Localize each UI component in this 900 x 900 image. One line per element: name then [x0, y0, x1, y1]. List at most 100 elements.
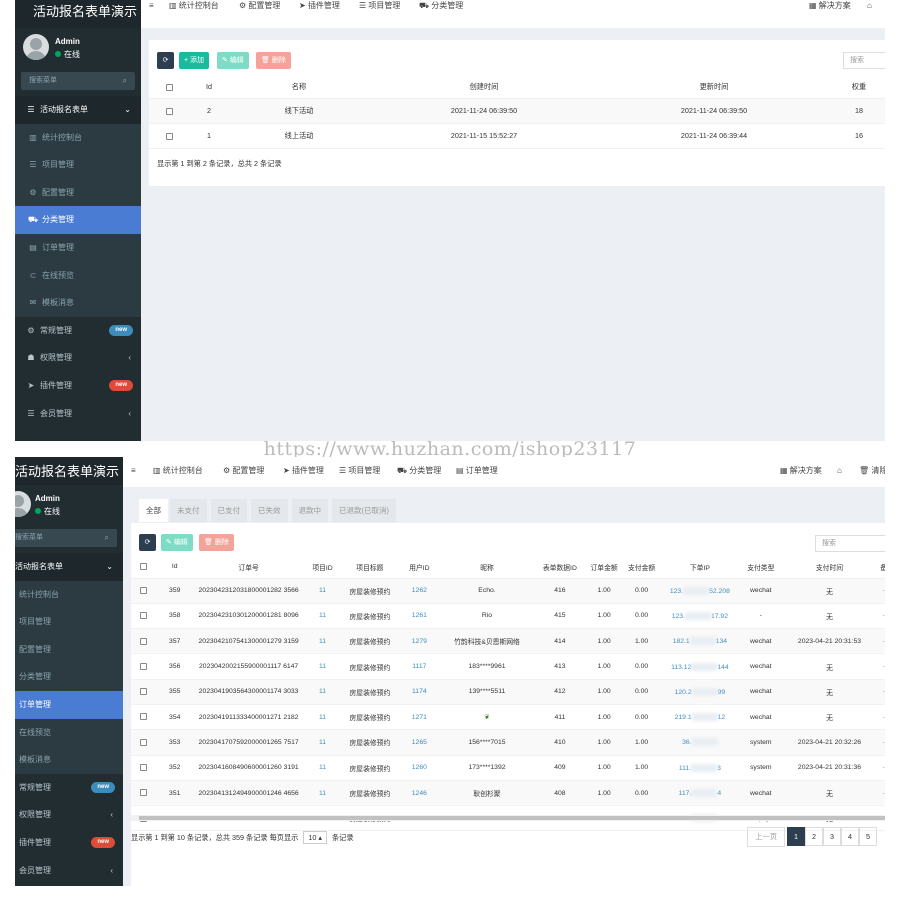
table-row[interactable]: 353 2023041707592000001265 7517 11 房屋装修预约 12… [131, 729, 885, 756]
col-header[interactable]: 用户ID [398, 556, 441, 579]
horizontal-scrollbar[interactable] [131, 815, 885, 821]
cell-user-id[interactable]: 1246 [398, 780, 441, 807]
table-row[interactable]: 355 2023041903564300001174 3033 11 房屋装修预约 11… [131, 679, 885, 705]
cell-project-id[interactable]: 11 [303, 729, 342, 756]
col-header[interactable]: 支付金额 [622, 556, 661, 579]
add-button[interactable]: + 添加 [179, 52, 210, 69]
cell-project-id[interactable]: 11 [303, 755, 342, 781]
sidebar-item-plugins[interactable]: ➤ 插件管理 new [15, 372, 141, 400]
row-checkbox[interactable] [131, 578, 156, 604]
sidebar-item-projects[interactable]: 项目管理 [15, 608, 123, 636]
nav-clear[interactable]: 🗑 清除 [859, 457, 885, 485]
row-checkbox[interactable] [131, 729, 156, 756]
page-size-select[interactable]: 10 ▴ [303, 831, 327, 844]
cell-ip[interactable]: 120.2 99 [660, 679, 739, 705]
table-row[interactable]: 358 2023042310301200001281 8096 11 房屋装修预约 12… [131, 603, 885, 630]
nav-config[interactable]: ⚙ 配置管理 [223, 457, 264, 485]
sidebar-item-permission[interactable]: 权限管理 ‹ [15, 801, 123, 829]
sidebar-item-dashboard[interactable]: ▥ 统计控制台 [15, 123, 141, 152]
col-header[interactable]: 项目ID [303, 556, 342, 579]
sidebar-item-orders[interactable]: ▤ 订单管理 [15, 233, 141, 262]
sidebar-item-config[interactable]: 配置管理 [15, 635, 123, 664]
cell-user-id[interactable]: 1261 [398, 603, 441, 630]
page-3[interactable]: 3 [823, 827, 841, 846]
page-2[interactable]: 2 [805, 827, 823, 846]
delete-button[interactable]: 🗑 删除 [199, 534, 234, 551]
tab-refunding[interactable]: 退款中 [291, 499, 328, 522]
scrollbar-thumb[interactable] [139, 816, 885, 820]
sidebar-item-general[interactable]: 常规管理 new [15, 774, 123, 802]
col-header[interactable]: 权重 [829, 76, 885, 99]
sidebar-item-preview[interactable]: ⊂ 在线预览 [15, 261, 141, 290]
cell-project-id[interactable]: 11 [303, 653, 342, 680]
sidebar-item-orders[interactable]: 订单管理 [15, 690, 123, 719]
cell-user-id[interactable]: 1271 [398, 704, 441, 731]
nav-plugins[interactable]: ➤ 插件管理 [299, 0, 340, 20]
col-header[interactable]: 下单IP [660, 556, 739, 579]
cell-project-id[interactable]: 11 [303, 628, 342, 655]
refresh-button[interactable]: ⟳ [139, 534, 156, 551]
col-header[interactable]: 支付类型 [738, 556, 783, 579]
nav-solutions[interactable]: ▦ 解决方案 [780, 457, 822, 485]
cell-ip[interactable]: 113.12 144 [660, 653, 739, 680]
select-all-checkbox[interactable] [149, 76, 189, 99]
tab-paid[interactable]: 已支付 [210, 499, 247, 522]
table-row[interactable]: 354 2023041911333400001271 2182 11 房屋装修预约 12… [131, 704, 885, 731]
col-header[interactable]: 名称 [229, 76, 369, 99]
home-icon[interactable]: ⌂ [837, 457, 842, 485]
row-checkbox[interactable] [131, 628, 156, 655]
table-search-input[interactable]: 搜索 [815, 535, 885, 552]
nav-category[interactable]: ⛟ 分类管理 [397, 457, 441, 485]
cell-project-id[interactable]: 11 [303, 578, 342, 604]
search-icon[interactable]: ⌕ [123, 72, 127, 90]
sidebar-item-template-msg[interactable]: ✉ 模板消息 [15, 289, 141, 317]
select-all-checkbox[interactable] [131, 556, 156, 579]
row-checkbox[interactable] [131, 755, 156, 781]
search-icon[interactable]: ⌕ [105, 529, 109, 547]
sidebar-item-members[interactable]: 会员管理 ‹ [15, 857, 123, 885]
table-search-input[interactable]: 搜索 [843, 52, 885, 69]
nav-config[interactable]: ⚙ 配置管理 [239, 0, 280, 20]
nav-dashboard[interactable]: ▥ 统计控制台 [169, 0, 219, 20]
page-1[interactable]: 1 [787, 827, 805, 846]
cell-ip[interactable]: 36. [660, 729, 739, 756]
cell-ip[interactable]: 111. 3 [660, 755, 739, 781]
menu-search-input[interactable]: 搜索菜单 ⌕ [15, 529, 117, 547]
cell-user-id[interactable]: 1262 [398, 578, 441, 604]
nav-orders[interactable]: ▤ 订单管理 [456, 457, 498, 485]
menu-toggle-icon[interactable]: ≡ [149, 0, 154, 20]
cell-user-id[interactable]: 1279 [398, 628, 441, 655]
sidebar-item-preview[interactable]: 在线预览 [15, 718, 123, 747]
delete-button[interactable]: 🗑 删除 [256, 52, 291, 69]
col-header[interactable]: 订单金额 [585, 556, 623, 579]
row-checkbox[interactable] [149, 123, 189, 150]
tab-all[interactable]: 全部 [139, 499, 168, 522]
edit-button[interactable]: ✎ 编辑 [161, 534, 193, 551]
sidebar-item-general[interactable]: ⚙ 常规管理 new [15, 317, 141, 345]
col-header[interactable]: 更新时间 [599, 76, 829, 99]
sidebar-item-plugins[interactable]: 插件管理 new [15, 829, 123, 857]
menu-toggle-icon[interactable]: ≡ [131, 457, 136, 485]
cell-project-id[interactable]: 11 [303, 679, 342, 705]
row-checkbox[interactable] [131, 653, 156, 680]
col-header[interactable]: 昵称 [440, 556, 534, 579]
cell-ip[interactable]: 123. 52.208 [660, 578, 739, 604]
nav-plugins[interactable]: ➤ 插件管理 [283, 457, 324, 485]
row-checkbox[interactable] [131, 704, 156, 731]
table-row[interactable]: 1 线上活动 2021-11-15 15:52:27 2021-11-24 06… [149, 123, 885, 150]
sidebar-item-category[interactable]: 分类管理 [15, 663, 123, 691]
col-header[interactable]: 创建时间 [369, 76, 599, 99]
sidebar-item-category[interactable]: ⛟ 分类管理 [15, 206, 141, 234]
cell-ip[interactable]: 219.1 12 [660, 704, 739, 731]
sidebar-item-dashboard[interactable]: 统计控制台 [15, 580, 123, 609]
row-checkbox[interactable] [131, 679, 156, 705]
cell-project-id[interactable]: 11 [303, 603, 342, 630]
col-header[interactable]: 备 [876, 556, 885, 579]
col-header[interactable]: 支付时间 [782, 556, 877, 579]
cell-ip[interactable]: 123. 17.92 [660, 603, 739, 630]
sidebar-item-template-msg[interactable]: 模板消息 [15, 746, 123, 774]
page-4[interactable]: 4 [841, 827, 859, 846]
nav-projects[interactable]: ☰ 项目管理 [359, 0, 400, 20]
table-row[interactable]: 2 线下活动 2021-11-24 06:39:50 2021-11-24 06… [149, 98, 885, 124]
sidebar-item-permission[interactable]: ☗ 权限管理 ‹ [15, 344, 141, 372]
